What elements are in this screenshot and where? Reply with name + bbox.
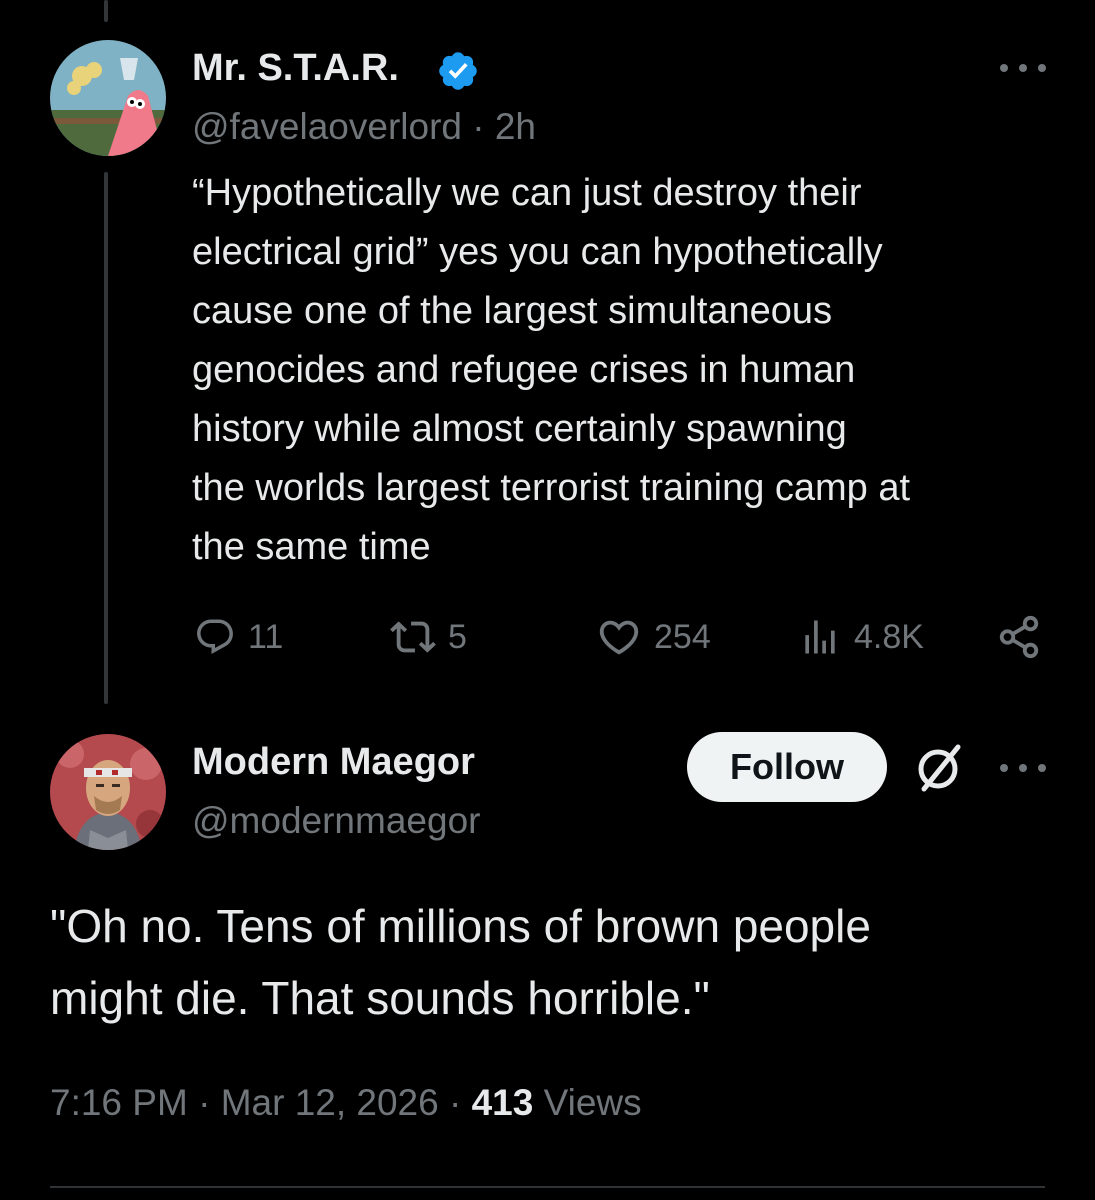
like-count: 254 [654,617,711,656]
timestamp[interactable]: 2h [495,106,536,147]
thread-line-top [104,0,108,22]
repost-button[interactable]: 5 [390,612,467,662]
reply-button[interactable]: 11 [194,612,283,662]
more-icon[interactable] [1000,758,1046,778]
display-name[interactable]: Mr. S.T.A.R. [192,47,399,90]
tweet-meta: 7:16 PM · Mar 12, 2026 · 413 Views [50,1082,642,1124]
grok-icon[interactable] [912,739,968,795]
follow-button[interactable]: Follow [687,732,887,802]
views-label: Views [543,1082,642,1123]
avatar[interactable] [50,734,166,850]
divider [50,1186,1045,1188]
handle-and-time: @favelaoverlord · 2h [192,106,536,148]
tweet-date[interactable]: Mar 12, 2026 [221,1082,439,1123]
share-button[interactable] [996,612,1042,662]
verified-badge-icon [439,52,477,90]
like-icon [599,620,639,655]
views-count: 413 [471,1082,534,1123]
tweet-text: "Oh no. Tens of millions of brown people… [50,900,871,1024]
views-icon [805,620,835,654]
separator: · [198,1082,211,1123]
tweet-text: “Hypothetically we can just destroy thei… [192,172,911,568]
handle[interactable]: @favelaoverlord [192,106,462,147]
display-name[interactable]: Modern Maegor [192,741,475,784]
share-icon [999,615,1039,659]
more-icon[interactable] [1000,58,1046,78]
reply-count: 11 [248,617,284,656]
repost-icon [390,621,436,653]
repost-count: 5 [448,617,467,656]
separator: · [449,1082,462,1123]
tweet-time[interactable]: 7:16 PM [50,1082,188,1123]
like-button[interactable]: 254 [596,612,711,662]
reply-icon [197,619,233,654]
views-button[interactable]: 4.8K [798,612,924,662]
separator: · [472,106,485,147]
handle[interactable]: @modernmaegor [192,800,480,842]
avatar[interactable] [50,40,166,156]
thread-line [104,172,108,704]
views-count: 4.8K [854,617,924,656]
